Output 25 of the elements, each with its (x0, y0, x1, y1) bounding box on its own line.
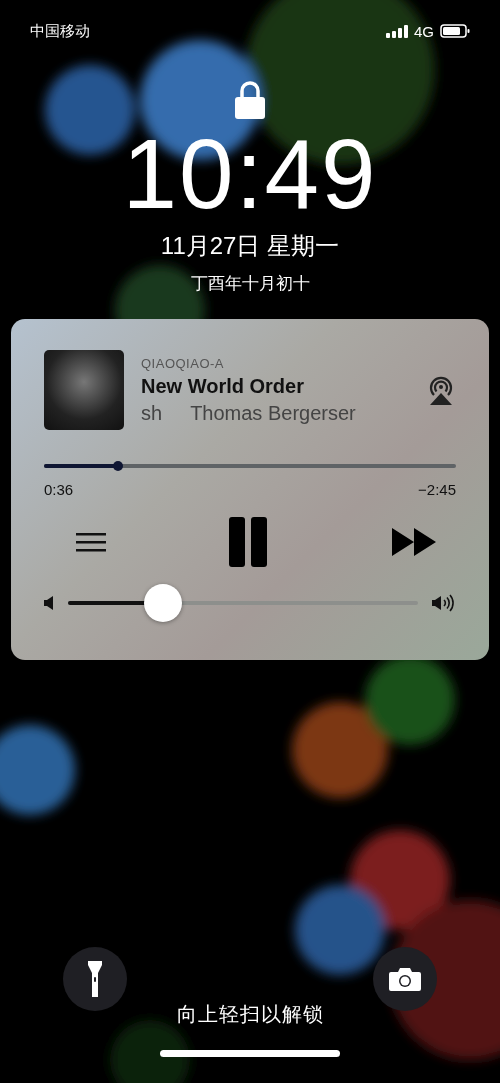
flashlight-icon (88, 961, 102, 997)
pause-button[interactable] (229, 517, 269, 567)
network-type: 4G (414, 22, 434, 40)
progress-slider[interactable] (44, 461, 456, 471)
unlock-hint: 向上轻扫以解锁 (176, 1002, 324, 1027)
fast-forward-button[interactable] (392, 528, 436, 556)
camera-icon (389, 967, 421, 991)
elapsed-time: 0:36 (44, 481, 74, 498)
volume-high-icon (432, 594, 456, 612)
date-text: 11月27日 星期一 (160, 231, 340, 261)
track-title: New World Order (141, 374, 305, 398)
track-subtitle: sh (141, 401, 163, 425)
menu-button[interactable] (76, 532, 106, 552)
progress-handle[interactable] (113, 461, 124, 471)
volume-low-icon (44, 596, 54, 610)
lunar-date: 丁酉年十月初十 (190, 273, 310, 295)
battery-icon (440, 24, 470, 38)
volume-slider[interactable] (68, 584, 418, 622)
signal-icon (386, 24, 408, 38)
carrier-name: 中国移动 (30, 21, 90, 41)
volume-thumb[interactable] (143, 584, 182, 622)
remaining-time: −2:45 (418, 481, 456, 498)
source-name: QIAOQIAO-A (141, 355, 225, 371)
track-subtitle: Thomas Bergerser (190, 401, 356, 425)
clock-time: 10:49 (122, 124, 378, 224)
